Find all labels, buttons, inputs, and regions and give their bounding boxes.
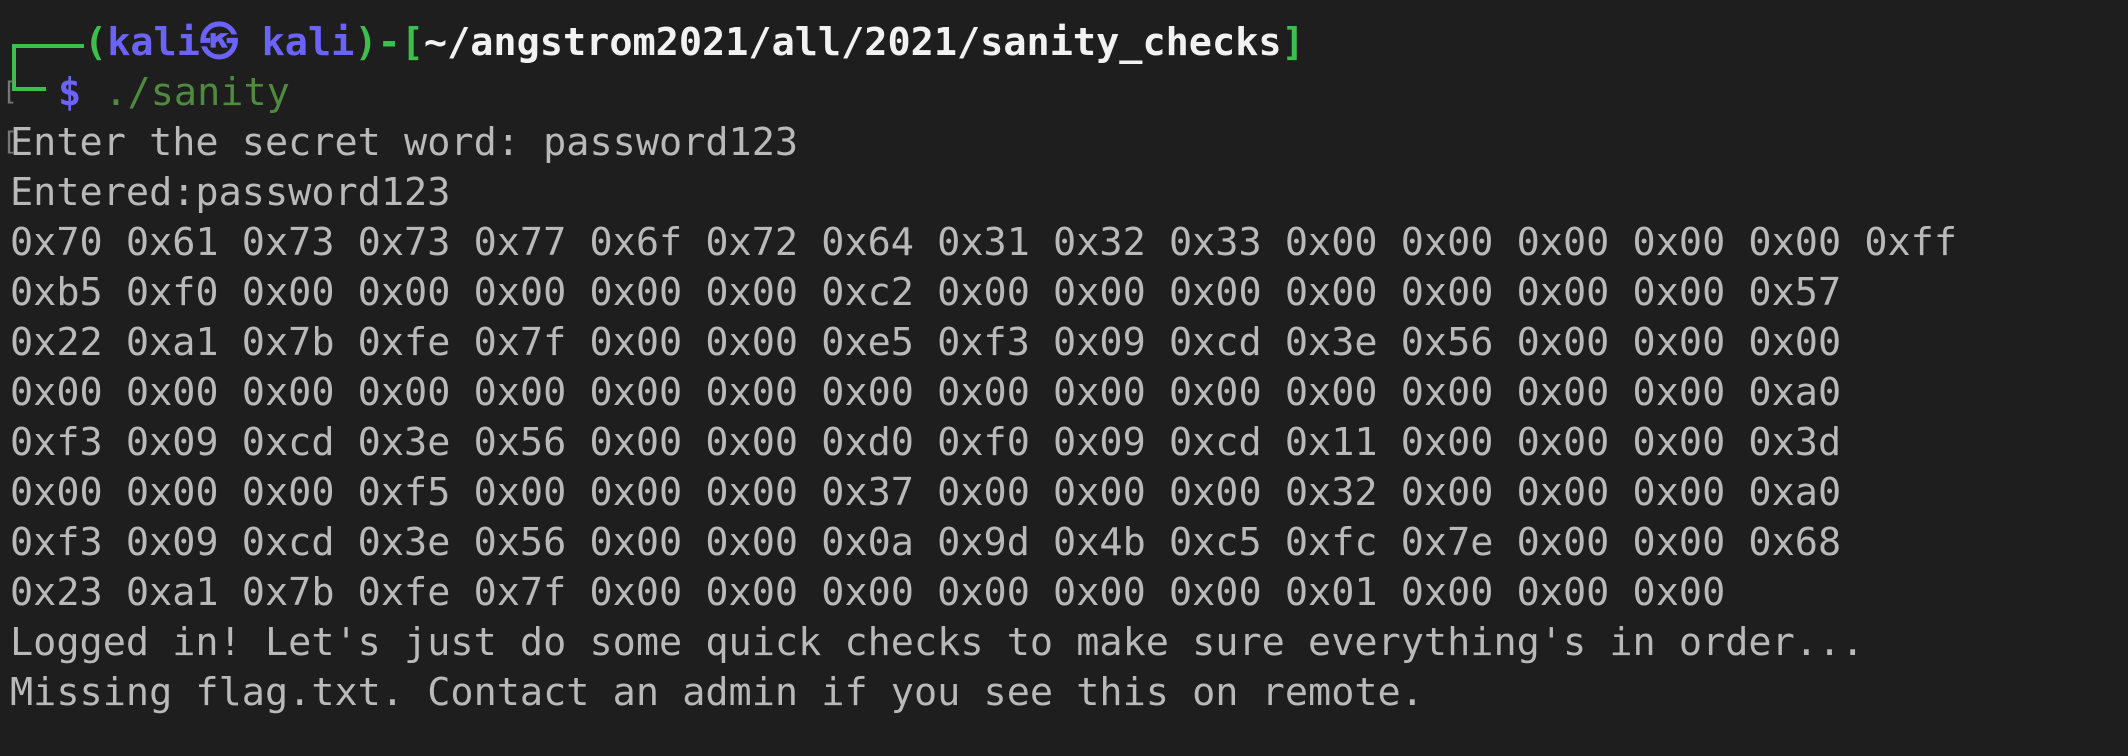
hex-row: 0x00 0x00 0x00 0xf5 0x00 0x00 0x00 0x37 … — [10, 470, 1842, 515]
hex-row: 0xb5 0xf0 0x00 0x00 0x00 0x00 0x00 0xc2 … — [10, 270, 1842, 315]
prompt-open-bracket: [ — [400, 20, 424, 65]
hex-row: 0x70 0x61 0x73 0x73 0x77 0x6f 0x72 0x64 … — [10, 220, 1958, 265]
prompt-at-symbol: ㉿ — [199, 20, 239, 65]
hex-row: 0x22 0xa1 0x7b 0xfe 0x7f 0x00 0x00 0xe5 … — [10, 320, 1842, 365]
secret-prompt-line: Enter the secret word: password123 — [10, 120, 799, 165]
hex-row: 0xf3 0x09 0xcd 0x3e 0x56 0x00 0x00 0x0a … — [10, 520, 1842, 565]
missing-flag-line: Missing flag.txt. Contact an admin if yo… — [10, 670, 1424, 715]
prompt-host: kali — [261, 20, 355, 65]
terminal-window[interactable]: [ [ (kali㉿ kali)-[~/angstrom2021/all/202… — [0, 0, 2128, 756]
command-line[interactable]: $ ./sanity — [10, 68, 2128, 118]
hex-row: 0x23 0xa1 0x7b 0xfe 0x7f 0x00 0x00 0x00 … — [10, 570, 1726, 615]
prompt-open-paren: ( — [84, 20, 108, 65]
prompt-path: ~/angstrom2021/all/2021/sanity_checks — [423, 20, 1282, 65]
prompt-user: kali — [107, 20, 200, 65]
entered-line: Entered:password123 — [10, 170, 451, 215]
prompt-close-bracket: ] — [1281, 20, 1305, 65]
logged-in-line: Logged in! Let's just do some quick chec… — [10, 620, 1865, 665]
prompt-dash: - — [377, 20, 401, 65]
hex-row: 0x00 0x00 0x00 0x00 0x00 0x00 0x00 0x00 … — [10, 370, 1842, 415]
prompt-dollar: $ — [58, 70, 82, 115]
command-text: ./sanity — [81, 70, 290, 115]
hex-row: 0xf3 0x09 0xcd 0x3e 0x56 0x00 0x00 0xd0 … — [10, 420, 1842, 465]
prompt-close-paren: ) — [354, 20, 378, 65]
hex-dump: 0x70 0x61 0x73 0x73 0x77 0x6f 0x72 0x64 … — [10, 218, 2128, 618]
prompt-header-line: (kali㉿ kali)-[~/angstrom2021/all/2021/sa… — [10, 18, 2128, 68]
